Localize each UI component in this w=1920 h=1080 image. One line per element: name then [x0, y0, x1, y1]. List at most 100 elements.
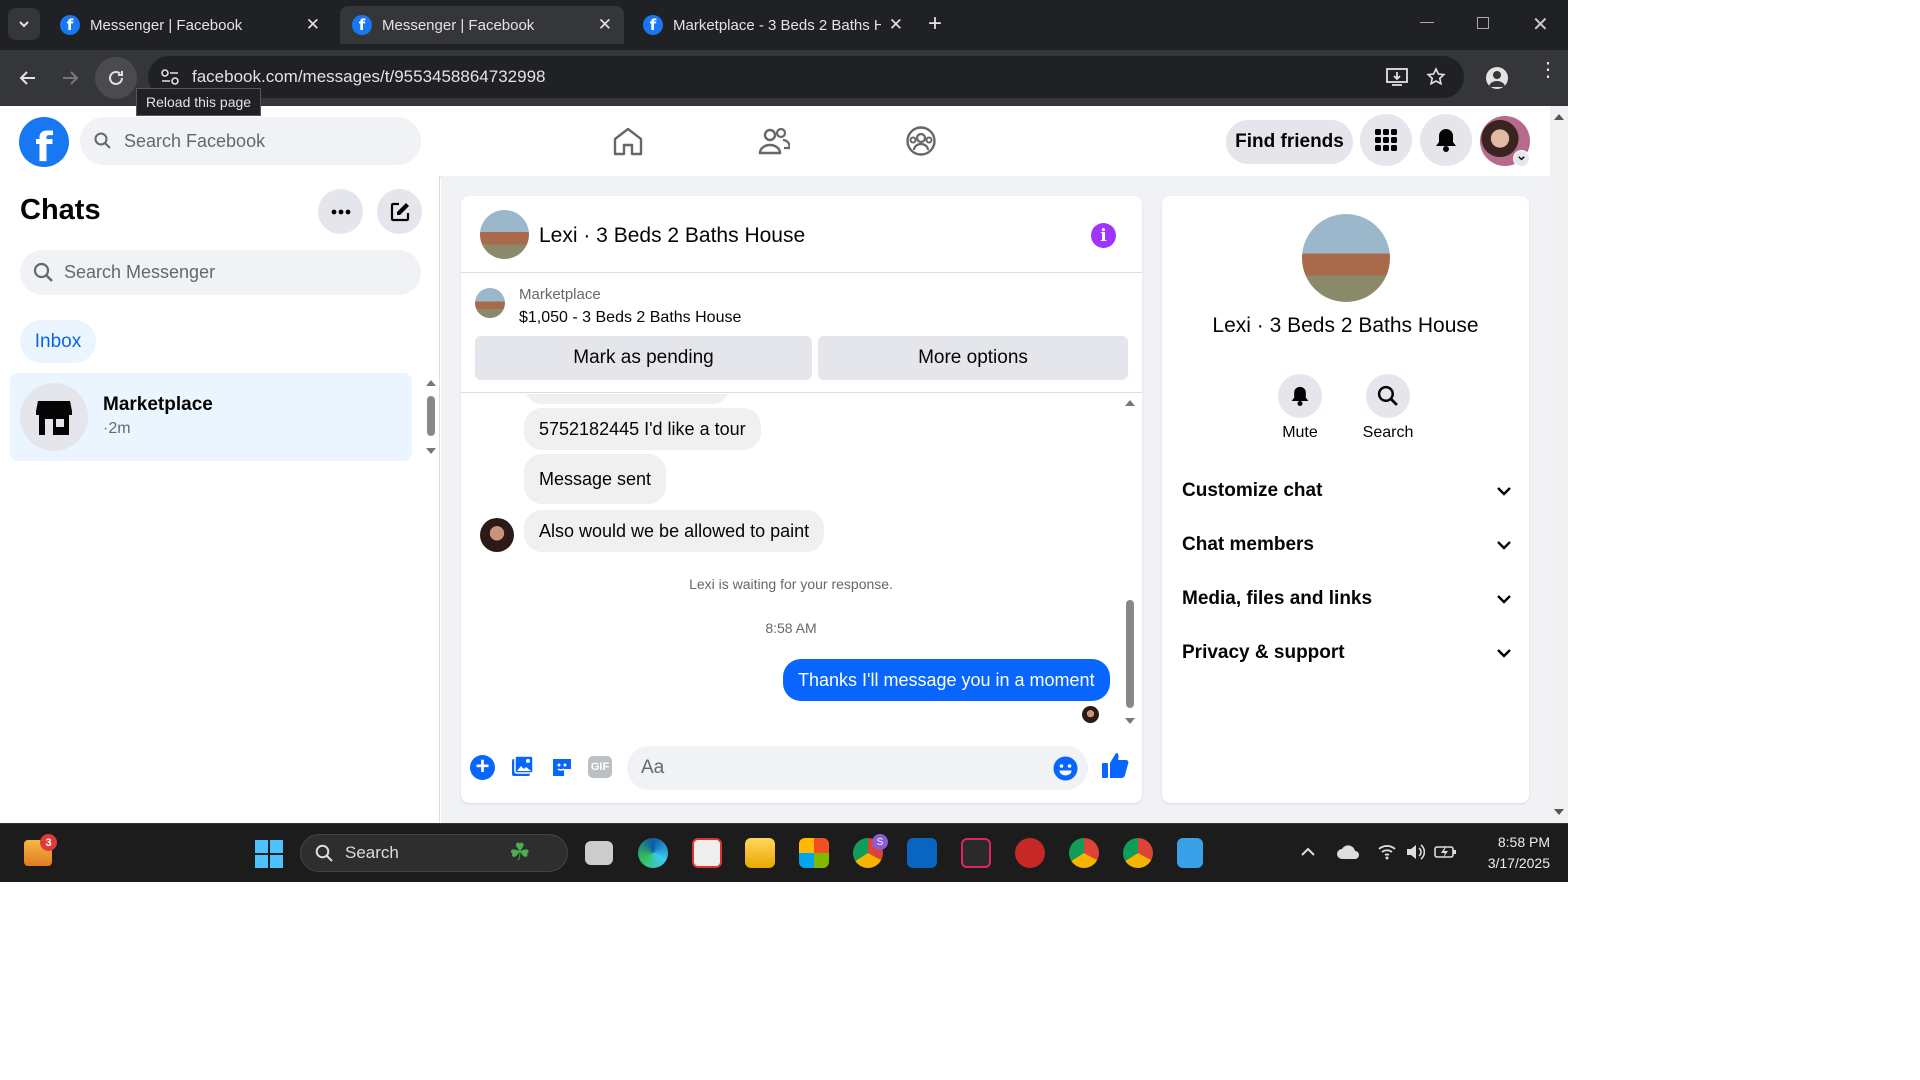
- chats-title: Chats: [20, 194, 101, 226]
- facebook-logo[interactable]: f: [19, 117, 69, 167]
- account-chevron-icon[interactable]: [1513, 150, 1530, 167]
- sidebar-scrollbar[interactable]: [424, 378, 438, 458]
- chevron-up-icon[interactable]: [1300, 846, 1316, 858]
- notifications-button[interactable]: [1420, 114, 1472, 166]
- conversation-item[interactable]: Marketplace ·2m: [10, 373, 412, 461]
- clock-date[interactable]: 3/17/2025: [1460, 855, 1550, 871]
- customize-chat-section[interactable]: Customize chat: [1182, 480, 1512, 502]
- conversation-time: ·2m: [103, 420, 131, 437]
- notepad-icon[interactable]: [1177, 838, 1203, 868]
- new-message-button[interactable]: [377, 189, 422, 234]
- emoji-icon[interactable]: [1053, 756, 1078, 781]
- install-app-icon[interactable]: [1386, 67, 1408, 87]
- close-tab-icon[interactable]: ✕: [889, 15, 903, 35]
- media-files-links-section[interactable]: Media, files and links: [1182, 588, 1512, 610]
- browser-tab-1[interactable]: f Messenger | Facebook ✕: [48, 6, 332, 44]
- menu-button[interactable]: [1360, 114, 1412, 166]
- bookmark-star-icon[interactable]: [1426, 67, 1446, 87]
- mark-pending-button[interactable]: Mark as pending: [475, 336, 812, 380]
- reload-icon: [109, 70, 123, 85]
- my-message-bubble[interactable]: Thanks I'll message you in a moment: [783, 659, 1110, 701]
- search-in-conversation-button[interactable]: [1366, 374, 1410, 418]
- outlook-icon[interactable]: [907, 838, 937, 868]
- more-options-label: More options: [918, 347, 1028, 368]
- cloud-icon[interactable]: [1336, 844, 1360, 860]
- listing-thumbnail[interactable]: [475, 288, 505, 318]
- chat-panel: Lexi · 3 Beds 2 Baths House i Marketplac…: [461, 196, 1142, 803]
- snipping-tool-icon[interactable]: [692, 838, 722, 868]
- message-bubble[interactable]: 5752182445 I'd like a tour: [524, 408, 761, 450]
- close-tab-icon[interactable]: ✕: [598, 15, 612, 35]
- chrome-icon[interactable]: [1123, 838, 1153, 868]
- menu-kebab-icon[interactable]: ⋮: [1538, 60, 1558, 80]
- message-input[interactable]: Aa: [627, 746, 1088, 790]
- info-avatar[interactable]: [1302, 214, 1390, 302]
- inbox-tab[interactable]: Inbox: [20, 320, 96, 363]
- home-icon[interactable]: [612, 126, 644, 156]
- close-tab-icon[interactable]: ✕: [306, 15, 320, 35]
- tab-list-dropdown[interactable]: [8, 8, 40, 40]
- privacy-support-section[interactable]: Privacy & support: [1182, 642, 1512, 664]
- message-bubble[interactable]: Message sent: [524, 454, 667, 504]
- grid-menu-icon: [1375, 129, 1397, 151]
- bell-icon: [1291, 386, 1309, 406]
- reload-button[interactable]: [95, 57, 137, 99]
- gif-icon[interactable]: GIF: [588, 756, 612, 778]
- chat-members-section[interactable]: Chat members: [1182, 534, 1512, 556]
- chats-options-button[interactable]: [318, 189, 363, 234]
- marketplace-avatar: [20, 383, 88, 451]
- chat-title[interactable]: Lexi · 3 Beds 2 Baths House: [539, 224, 805, 248]
- message-bubble[interactable]: Also would we be allowed to paint: [524, 510, 825, 552]
- downloads-app-icon[interactable]: [961, 838, 991, 868]
- messenger-search-input[interactable]: Search Messenger: [20, 250, 421, 295]
- microsoft-store-icon[interactable]: [799, 838, 829, 868]
- back-icon[interactable]: [18, 68, 38, 88]
- forward-icon[interactable]: [60, 68, 80, 88]
- groups-icon[interactable]: [905, 125, 937, 157]
- photo-icon[interactable]: [510, 755, 534, 779]
- windows-taskbar: 3 Search ☘ S 8:58 PM 3/17/2025: [0, 823, 1568, 882]
- section-label: Privacy & support: [1182, 642, 1345, 663]
- message-timestamp: 8:58 AM: [765, 620, 817, 636]
- chat-scrollbar[interactable]: [1123, 396, 1137, 728]
- sticker-icon[interactable]: [550, 755, 574, 779]
- wifi-icon[interactable]: [1378, 844, 1396, 860]
- facebook-search-input[interactable]: Search Facebook: [80, 117, 421, 165]
- more-actions-icon[interactable]: +: [470, 755, 495, 780]
- chevron-down-icon: [1497, 649, 1511, 658]
- windows-start-icon[interactable]: [255, 840, 283, 868]
- tab-title: Messenger | Facebook: [382, 16, 535, 34]
- find-friends-button[interactable]: Find friends: [1226, 120, 1353, 164]
- profile-button[interactable]: [1486, 67, 1508, 89]
- browser-tab-2[interactable]: f Messenger | Facebook ✕: [340, 6, 624, 44]
- chrome-icon[interactable]: [1069, 838, 1099, 868]
- info-icon[interactable]: i: [1091, 223, 1116, 248]
- app-red-icon[interactable]: [1015, 838, 1045, 868]
- composer-bar: + GIF Aa: [461, 741, 1142, 801]
- url-field[interactable]: facebook.com/messages/t/9553458864732998: [148, 56, 1464, 98]
- partial-message-bubble: [524, 394, 730, 404]
- browser-tab-3[interactable]: f Marketplace - 3 Beds 2 Baths H ✕: [631, 6, 915, 44]
- minimize-button[interactable]: [1420, 22, 1434, 23]
- task-view-icon[interactable]: [585, 841, 613, 865]
- taskbar-search[interactable]: Search ☘: [300, 834, 568, 872]
- clock-time[interactable]: 8:58 PM: [1470, 834, 1550, 850]
- reload-tooltip: Reload this page: [136, 88, 262, 116]
- thumbs-up-icon[interactable]: [1101, 751, 1129, 779]
- friends-icon[interactable]: [758, 126, 790, 156]
- find-friends-label: Find friends: [1235, 131, 1344, 152]
- section-label: Media, files and links: [1182, 588, 1373, 609]
- more-options-button[interactable]: More options: [818, 336, 1128, 380]
- site-info-icon[interactable]: [160, 68, 180, 86]
- battery-charging-icon[interactable]: [1434, 843, 1458, 861]
- mute-button[interactable]: [1278, 374, 1322, 418]
- edge-icon[interactable]: [638, 838, 668, 868]
- page-scrollbar[interactable]: [1550, 106, 1568, 823]
- listing-summary[interactable]: $1,050 - 3 Beds 2 Baths House: [519, 309, 741, 327]
- new-tab-button[interactable]: +: [928, 12, 942, 36]
- chat-avatar[interactable]: [480, 210, 529, 259]
- close-window-button[interactable]: ✕: [1532, 12, 1549, 37]
- volume-icon[interactable]: [1405, 843, 1425, 861]
- restore-button[interactable]: [1477, 17, 1489, 29]
- file-explorer-icon[interactable]: [745, 838, 775, 868]
